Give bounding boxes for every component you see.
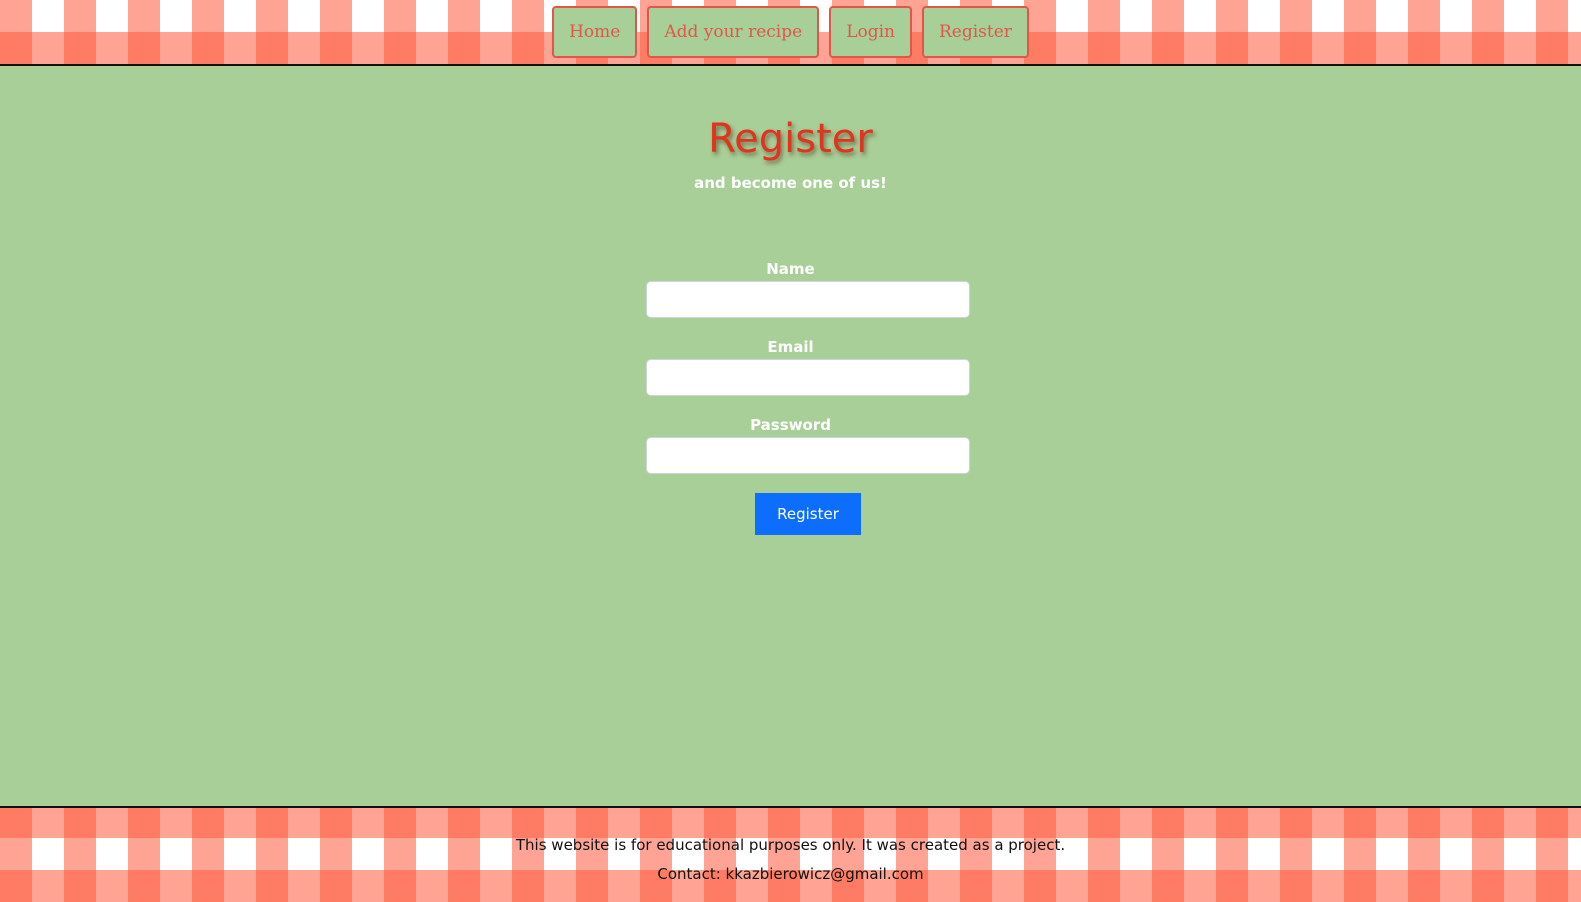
password-field[interactable]	[646, 437, 970, 474]
footer-disclaimer: This website is for educational purposes…	[515, 836, 1066, 854]
page-subtitle: and become one of us!	[694, 174, 887, 192]
footer: This website is for educational purposes…	[0, 806, 1581, 902]
header: Home Add your recipe Login Register	[0, 0, 1581, 66]
page-title: Register	[708, 116, 873, 162]
main-content: Register and become one of us! Name Emai…	[0, 66, 1581, 806]
name-label: Name	[766, 260, 815, 278]
register-submit-button[interactable]: Register	[755, 493, 861, 535]
nav-add-recipe-button[interactable]: Add your recipe	[647, 6, 820, 58]
email-field[interactable]	[646, 359, 970, 396]
nav-login-button[interactable]: Login	[829, 6, 912, 58]
email-label: Email	[767, 338, 814, 356]
footer-contact: Contact: kkazbierowicz@gmail.com	[657, 865, 924, 883]
name-field[interactable]	[646, 281, 970, 318]
password-label: Password	[750, 416, 831, 434]
nav-register-button[interactable]: Register	[921, 6, 1029, 58]
nav-home-button[interactable]: Home	[552, 6, 638, 58]
main-nav: Home Add your recipe Login Register	[0, 6, 1581, 58]
